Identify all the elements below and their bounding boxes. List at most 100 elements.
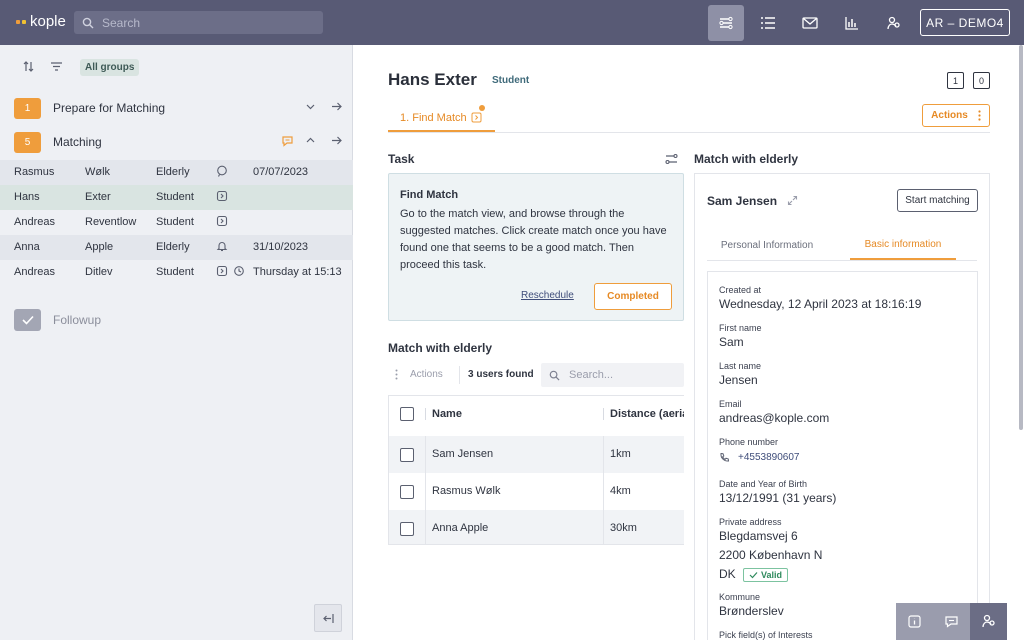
user-row-selected[interactable]: Hans Exter Student xyxy=(0,185,353,210)
task-icon xyxy=(216,265,228,277)
users-panel-button[interactable] xyxy=(970,603,1007,640)
open-group-button[interactable] xyxy=(331,135,342,149)
app-logo[interactable]: kople xyxy=(16,13,66,30)
user-first-name: Hans xyxy=(14,191,40,203)
user-last-name: Wølk xyxy=(85,166,111,178)
reschedule-link[interactable]: Reschedule xyxy=(521,290,574,301)
table-row[interactable]: Anna Apple 30km xyxy=(389,510,684,544)
arrow-right-icon xyxy=(332,136,342,145)
more-vertical-icon xyxy=(978,110,981,121)
tab-basic-information[interactable]: Basic information xyxy=(850,230,956,260)
field-value: 13/12/1991 (31 years) xyxy=(719,491,837,505)
chevron-up-icon xyxy=(306,137,315,143)
global-search-input[interactable] xyxy=(102,15,302,30)
task-settings-button[interactable] xyxy=(665,153,678,168)
sort-button[interactable] xyxy=(22,60,35,76)
user-row[interactable]: Andreas Ditlev Student Thursday at 15:13 xyxy=(0,260,353,285)
group-filter-chip[interactable]: All groups xyxy=(80,59,140,76)
user-date: 31/10/2023 xyxy=(253,241,309,253)
check-icon xyxy=(749,571,758,579)
filter-button[interactable] xyxy=(50,60,63,76)
scrollbar-thumb[interactable] xyxy=(1019,45,1023,430)
user-last-name: Ditlev xyxy=(85,266,113,278)
match-search-input[interactable] xyxy=(569,369,679,381)
start-matching-button[interactable]: Start matching xyxy=(897,189,978,212)
search-icon xyxy=(549,370,560,381)
tab-find-match[interactable]: 1. Find Match xyxy=(388,105,495,132)
group-followup[interactable]: Followup xyxy=(14,309,101,331)
account-button[interactable]: AR – DEMO4 xyxy=(920,9,1010,36)
open-group-button[interactable] xyxy=(331,101,342,115)
row-checkbox[interactable] xyxy=(400,448,414,462)
info-button[interactable] xyxy=(896,603,933,640)
main-scrollbar[interactable] xyxy=(1018,45,1024,640)
column-divider xyxy=(425,473,426,510)
user-role: Elderly xyxy=(156,241,190,253)
user-row[interactable]: Andreas Reventlow Student xyxy=(0,210,353,235)
user-row[interactable]: Anna Apple Elderly 31/10/2023 xyxy=(0,235,353,260)
chat-button[interactable] xyxy=(933,603,970,640)
more-vertical-icon xyxy=(395,369,398,380)
global-search[interactable] xyxy=(74,11,323,34)
row-name: Anna Apple xyxy=(432,522,489,534)
profile-name: Hans Exter xyxy=(388,70,477,89)
actions-button[interactable]: Actions xyxy=(922,104,990,127)
nav-mail-button[interactable] xyxy=(792,5,828,41)
task-section-title: Task xyxy=(388,152,415,166)
group-count-badge: 5 xyxy=(14,131,41,153)
info-icon xyxy=(908,615,921,628)
list-actions-menu[interactable] xyxy=(395,369,398,383)
nav-list-button[interactable] xyxy=(750,5,786,41)
user-last-name: Apple xyxy=(85,241,114,253)
chevron-down-icon xyxy=(306,104,315,110)
group-comment-button[interactable] xyxy=(281,135,294,150)
collapse-group-button[interactable] xyxy=(305,135,316,149)
phone-link[interactable]: +4553890607 xyxy=(719,452,799,463)
group-prepare-for-matching[interactable]: 1 Prepare for Matching xyxy=(0,97,353,119)
nav-users-button[interactable] xyxy=(876,5,912,41)
task-title: Find Match xyxy=(400,189,459,201)
collapse-sidebar-button[interactable] xyxy=(314,604,342,632)
nav-stats-button[interactable] xyxy=(834,5,870,41)
table-row[interactable]: Rasmus Wølk 4km xyxy=(389,473,684,510)
row-checkbox[interactable] xyxy=(400,522,414,536)
followup-label: Followup xyxy=(53,313,102,327)
group-title: Prepare for Matching xyxy=(53,101,166,115)
column-divider xyxy=(603,510,604,544)
tab-personal-information[interactable]: Personal Information xyxy=(707,230,827,260)
user-role: Student xyxy=(156,216,194,228)
column-header-name[interactable]: Name xyxy=(432,408,462,420)
group-count-badge: 1 xyxy=(14,97,41,119)
floating-actions xyxy=(896,603,1007,640)
group-matching[interactable]: 5 Matching xyxy=(0,131,353,153)
pager-count-1[interactable]: 1 xyxy=(947,72,964,89)
chat-icon xyxy=(945,616,958,628)
column-divider xyxy=(425,436,426,473)
row-checkbox[interactable] xyxy=(400,485,414,499)
match-search[interactable] xyxy=(541,363,684,387)
check-icon xyxy=(21,315,34,325)
expand-profile-button[interactable] xyxy=(787,195,798,209)
collapse-left-icon xyxy=(323,613,334,623)
task-description: Go to the match view, and browse through… xyxy=(400,208,667,271)
select-all-checkbox[interactable] xyxy=(400,407,414,421)
group-title: Matching xyxy=(53,135,102,149)
chart-icon xyxy=(845,17,858,30)
user-first-name: Anna xyxy=(14,241,40,253)
table-row[interactable]: Sam Jensen 1km xyxy=(389,436,684,473)
expand-group-button[interactable] xyxy=(305,101,316,115)
nav-tasks-button[interactable] xyxy=(708,5,744,41)
expand-icon xyxy=(787,195,798,206)
column-header-distance[interactable]: Distance (aeria xyxy=(610,408,684,420)
user-first-name: Andreas xyxy=(14,266,55,278)
chat-icon xyxy=(282,136,293,147)
toolbar-divider xyxy=(459,366,460,384)
task-card: Find Match Go to the match view, and bro… xyxy=(388,173,684,321)
field-label: Created at xyxy=(719,285,762,295)
pager-count-2[interactable]: 0 xyxy=(973,72,990,89)
list-actions-label[interactable]: Actions xyxy=(410,369,443,380)
user-row[interactable]: Rasmus Wølk Elderly 07/07/2023 xyxy=(0,160,353,185)
completed-button[interactable]: Completed xyxy=(594,283,672,310)
row-distance: 30km xyxy=(610,522,637,534)
notification-dot xyxy=(479,105,485,111)
